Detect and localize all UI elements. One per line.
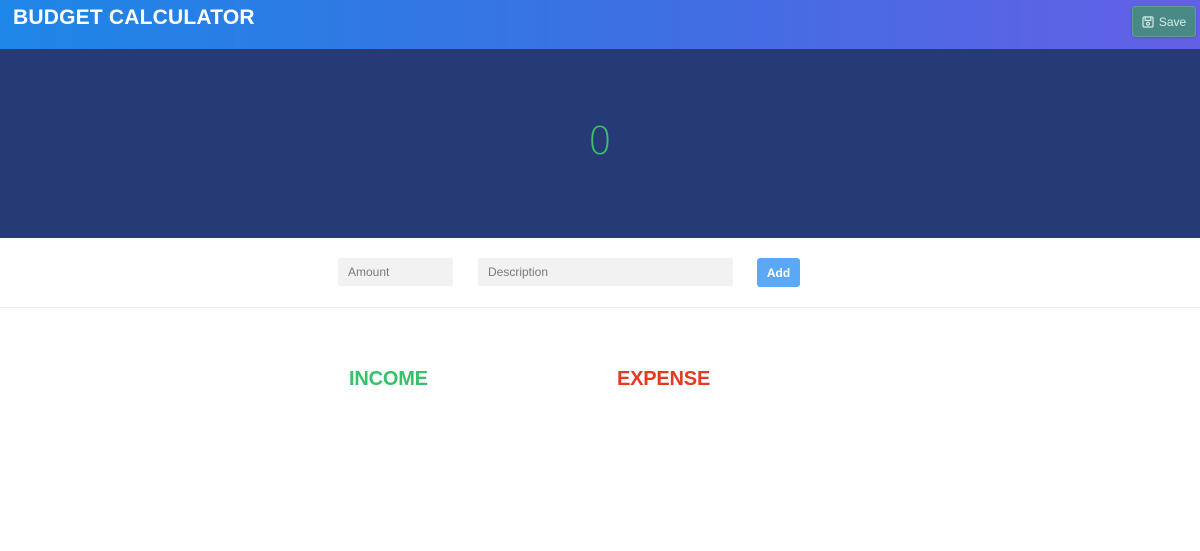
save-button[interactable]: Save [1132,6,1196,37]
add-button[interactable]: Add [757,258,800,287]
app-title: BUDGET CALCULATOR [13,6,255,29]
description-input[interactable] [478,258,733,286]
entry-form: Add [0,238,1200,308]
expense-heading: EXPENSE [617,368,711,390]
balance-panel: 0 [0,49,1200,238]
save-button-label: Save [1158,14,1187,29]
amount-input[interactable] [338,258,453,286]
floppy-disk-icon [1142,15,1154,28]
app-header: BUDGET CALCULATOR Save [0,0,1200,49]
income-heading: INCOME [349,368,428,390]
balance-value: 0 [587,119,613,163]
